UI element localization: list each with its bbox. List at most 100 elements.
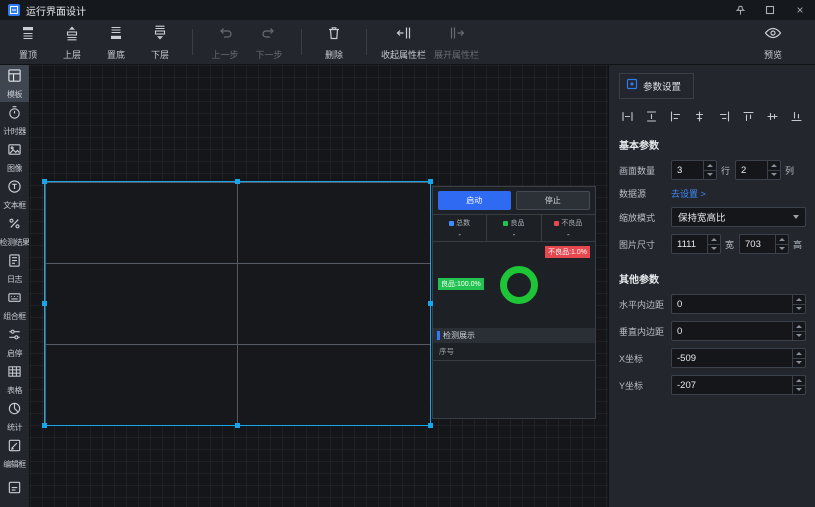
- content-area: 模板 计时器 图像 文本框 检测结果 日志: [0, 65, 815, 507]
- grid-cell[interactable]: [45, 263, 239, 345]
- spinner-arrows[interactable]: [792, 322, 805, 340]
- alignment-toolbar: [621, 110, 803, 123]
- detect-result-icon: [7, 216, 22, 236]
- grid-cell[interactable]: [45, 344, 239, 426]
- spinner-arrows[interactable]: [792, 295, 805, 313]
- resize-handle-n[interactable]: [235, 179, 240, 184]
- resize-handle-s[interactable]: [235, 423, 240, 428]
- redo-button[interactable]: 下一步: [247, 24, 291, 61]
- distribute-vertical-icon[interactable]: [645, 110, 658, 123]
- spinner-arrows[interactable]: [775, 235, 788, 253]
- sidebar-item-label: 统计: [7, 422, 22, 433]
- sidebar-item-start-stop[interactable]: 启停: [0, 324, 29, 361]
- spinner-arrows[interactable]: [792, 376, 805, 394]
- align-middle-vertical-icon[interactable]: [766, 110, 779, 123]
- sidebar-item-label: 编辑框: [3, 459, 26, 470]
- start-tab[interactable]: 启动: [438, 191, 511, 210]
- h-padding-spinner[interactable]: [671, 294, 806, 314]
- widget-sidebar: 模板 计时器 图像 文本框 检测结果 日志: [0, 65, 30, 507]
- sidebar-item-timer[interactable]: 计时器: [0, 102, 29, 139]
- resize-handle-se[interactable]: [428, 423, 433, 428]
- start-stop-widget[interactable]: 启动 停止 总数 - 良品 - 不良品 -: [432, 186, 596, 419]
- resize-handle-nw[interactable]: [42, 179, 47, 184]
- rows-spinner[interactable]: [671, 160, 717, 180]
- align-left-icon[interactable]: [669, 110, 682, 123]
- delete-trash-icon: [325, 24, 343, 47]
- image-height-spinner[interactable]: [739, 234, 789, 254]
- cols-spinner[interactable]: [735, 160, 781, 180]
- undo-button[interactable]: 上一步: [203, 24, 247, 61]
- move-up-layer-button[interactable]: 上层: [50, 24, 94, 61]
- close-icon[interactable]: ×: [793, 3, 807, 17]
- rows-input[interactable]: [672, 161, 703, 179]
- spinner-arrows[interactable]: [703, 161, 716, 179]
- maximize-icon[interactable]: [763, 3, 777, 17]
- x-coord-input[interactable]: [672, 349, 792, 367]
- sidebar-item-template[interactable]: 模板: [0, 65, 29, 102]
- toolbar: 置顶 上层 置底 下层 上一步: [0, 20, 815, 65]
- gauge-ring: [500, 266, 538, 304]
- collapse-panel-button[interactable]: 收起属性栏: [377, 24, 430, 61]
- align-top-icon[interactable]: [742, 110, 755, 123]
- send-to-back-button[interactable]: 置底: [94, 24, 138, 61]
- grid-cell[interactable]: [237, 182, 431, 264]
- v-padding-input[interactable]: [672, 322, 792, 340]
- y-coord-input[interactable]: [672, 376, 792, 394]
- sidebar-item-extra[interactable]: [0, 472, 29, 507]
- sidebar-item-image[interactable]: 图像: [0, 139, 29, 176]
- spinner-arrows[interactable]: [707, 235, 720, 253]
- y-coord-spinner[interactable]: [671, 375, 806, 395]
- button-label: 下一步: [255, 48, 282, 61]
- cols-input[interactable]: [736, 161, 767, 179]
- toolbar-divider: [366, 29, 367, 55]
- distribute-horizontal-icon[interactable]: [621, 110, 634, 123]
- grid-cell[interactable]: [237, 344, 431, 426]
- align-center-horizontal-icon[interactable]: [693, 110, 706, 123]
- button-label: 置底: [107, 48, 125, 61]
- image-width-spinner[interactable]: [671, 234, 721, 254]
- sidebar-item-textbox[interactable]: 文本框: [0, 176, 29, 213]
- resize-handle-ne[interactable]: [428, 179, 433, 184]
- button-label: 展开属性栏: [434, 48, 479, 61]
- bring-to-front-button[interactable]: 置顶: [6, 24, 50, 61]
- selected-template-element[interactable]: [45, 182, 430, 425]
- send-to-back-icon: [107, 24, 125, 47]
- field-label: 画面数量: [619, 164, 671, 177]
- spinner-arrows[interactable]: [792, 349, 805, 367]
- resize-handle-e[interactable]: [428, 301, 433, 306]
- move-down-layer-button[interactable]: 下层: [138, 24, 182, 61]
- x-coord-spinner[interactable]: [671, 348, 806, 368]
- delete-button[interactable]: 删除: [312, 24, 356, 61]
- expand-panel-icon: [448, 24, 466, 47]
- redo-icon: [260, 24, 278, 47]
- bring-to-front-icon: [19, 24, 37, 47]
- datasource-settings-link[interactable]: 去设置 >: [671, 187, 706, 200]
- spinner-arrows[interactable]: [767, 161, 780, 179]
- scale-mode-select[interactable]: 保持宽高比: [671, 207, 806, 227]
- sidebar-item-table[interactable]: 表格: [0, 361, 29, 398]
- preview-button[interactable]: 预览: [751, 24, 795, 61]
- sidebar-item-log[interactable]: 日志: [0, 250, 29, 287]
- app-window: 运行界面设计 × 置顶 上层 置: [0, 0, 815, 507]
- image-width-input[interactable]: [672, 235, 707, 253]
- stop-tab[interactable]: 停止: [516, 191, 591, 210]
- grid-cell[interactable]: [237, 263, 431, 345]
- align-right-icon[interactable]: [718, 110, 731, 123]
- sidebar-item-combobox[interactable]: 组合框: [0, 287, 29, 324]
- align-bottom-icon[interactable]: [790, 110, 803, 123]
- resize-handle-w[interactable]: [42, 301, 47, 306]
- sidebar-item-detect-result[interactable]: 检测结果: [0, 213, 29, 250]
- sidebar-item-statistics[interactable]: 统计: [0, 398, 29, 435]
- h-padding-input[interactable]: [672, 295, 792, 313]
- v-padding-spinner[interactable]: [671, 321, 806, 341]
- grid-cell[interactable]: [45, 182, 239, 264]
- pin-icon[interactable]: [733, 3, 747, 17]
- sidebar-item-editbox[interactable]: 编辑框: [0, 435, 29, 472]
- expand-panel-button[interactable]: 展开属性栏: [430, 24, 483, 61]
- image-height-input[interactable]: [740, 235, 775, 253]
- resize-handle-sw[interactable]: [42, 423, 47, 428]
- widget-tabs: 启动 停止: [433, 187, 595, 214]
- image-size-row: 图片尺寸 宽 高: [609, 234, 815, 254]
- detect-table: 序号: [433, 343, 595, 418]
- design-canvas[interactable]: 启动 停止 总数 - 良品 - 不良品 -: [30, 65, 608, 507]
